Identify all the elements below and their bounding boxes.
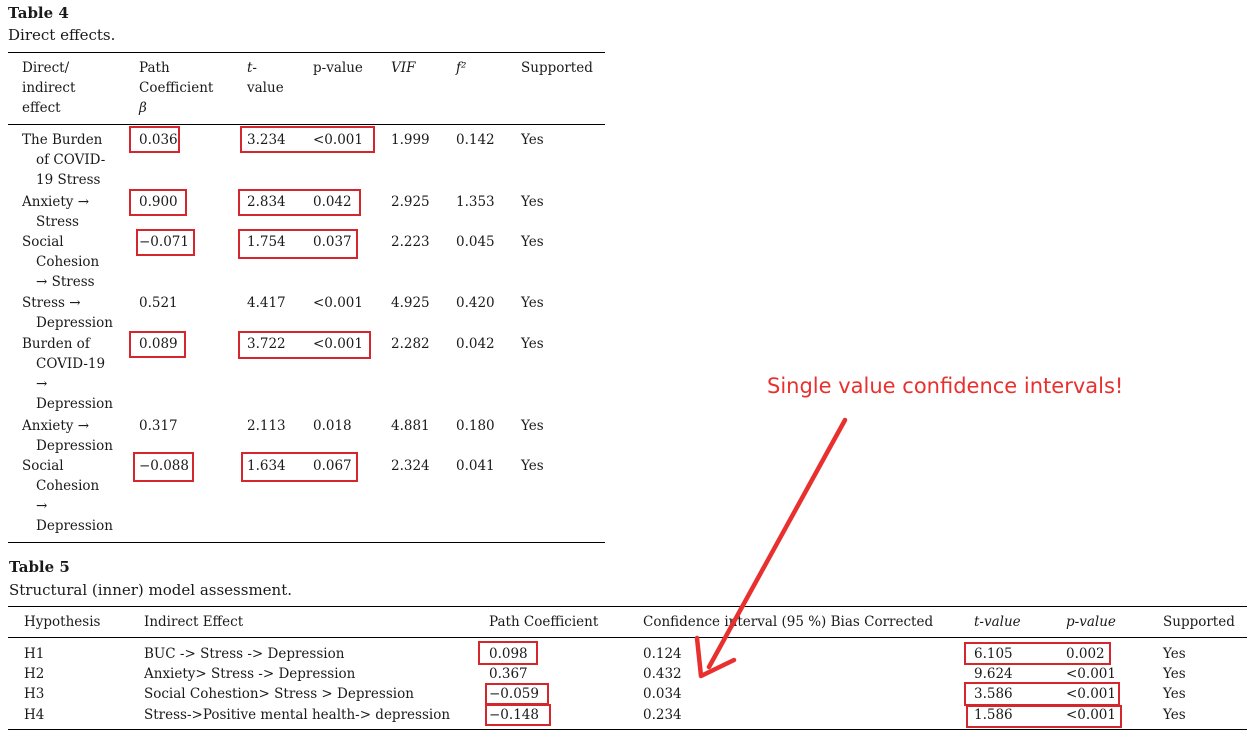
annotation-arrow-icon [694, 417, 848, 679]
